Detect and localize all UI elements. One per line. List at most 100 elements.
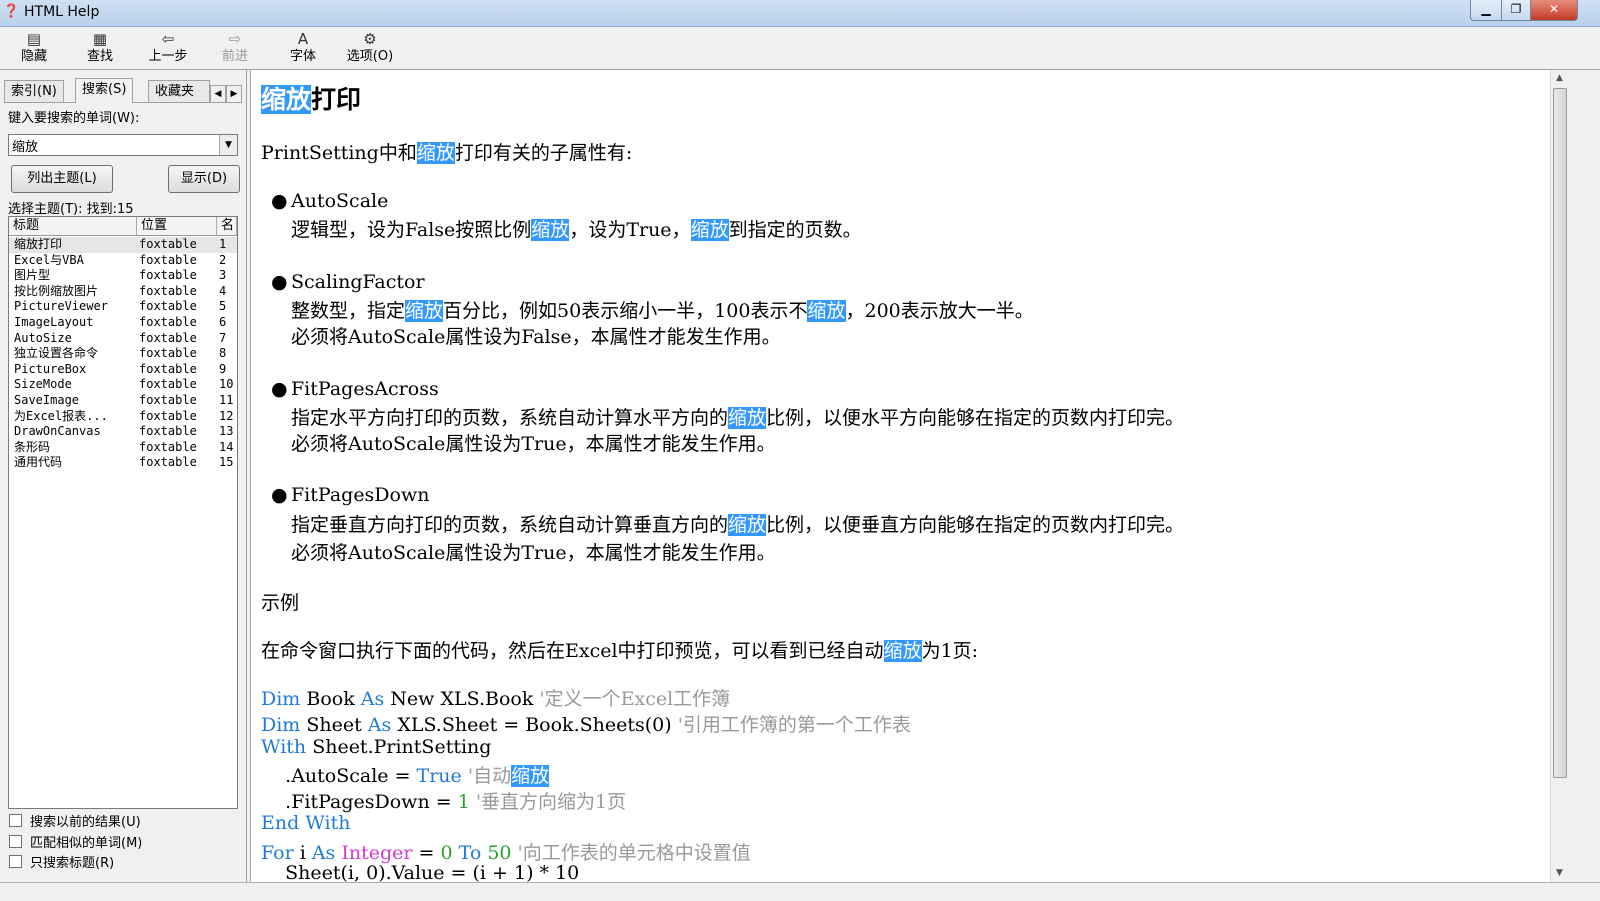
code-line-6: End With [261, 812, 351, 834]
cell-title: Excel与VBA [14, 252, 84, 267]
cell-location: foxtable [139, 361, 197, 376]
table-row[interactable]: 条形码 foxtable 14 [9, 440, 237, 456]
intro-paragraph: PrintSetting中和缩放打印有关的子属性有: [261, 142, 633, 164]
scroll-down-icon[interactable]: ▼ [1551, 865, 1568, 882]
close-button[interactable]: ✕ [1530, 0, 1578, 21]
cell-title: 独立设置各命令 [14, 346, 99, 361]
prop-fitpagesdown-note: 必须将AutoScale属性设为True，本属性才能发生作用。 [291, 542, 776, 564]
maximize-button[interactable]: ❐ [1501, 0, 1531, 21]
options-button[interactable]: ⚙ 选项(O) [340, 29, 400, 67]
code-line-7: For i As Integer = 0 To 50 '向工作表的单元格中设置值 [261, 842, 751, 864]
nav-tabs: 索引(N) 搜索(S) 收藏夹 ◀ ▶ [4, 78, 242, 103]
search-input-value: 缩放 [12, 140, 39, 155]
prop-fitpagesacross-name: ● FitPagesAcross [271, 378, 439, 400]
code-line-3: With Sheet.PrintSetting [261, 736, 492, 758]
cell-rank: 15 [219, 455, 234, 470]
cell-location: foxtable [139, 237, 197, 251]
tab-scroll-arrows: ◀ ▶ [210, 81, 242, 103]
example-description: 在命令窗口执行下面的代码，然后在Excel中打印预览，可以看到已经自动缩放为1页… [261, 640, 979, 662]
cell-rank: 8 [219, 346, 227, 361]
back-button[interactable]: ⇦ 上一步 [138, 29, 198, 67]
hide-icon: ▤ [26, 30, 42, 48]
chevron-down-icon[interactable]: ▼ [219, 135, 237, 155]
cell-rank: 1 [219, 237, 227, 251]
table-row[interactable]: 通用代码 foxtable 15 [9, 455, 237, 471]
tab-favorites[interactable]: 收藏夹 [148, 80, 210, 102]
forward-arrow-icon: ⇨ [228, 30, 242, 48]
cell-location: foxtable [139, 283, 197, 298]
table-row[interactable]: DrawOnCanvas foxtable 13 [9, 424, 237, 440]
column-location[interactable]: 位置 [137, 217, 217, 235]
cell-rank: 12 [219, 408, 234, 423]
cell-rank: 9 [219, 361, 227, 376]
cell-location: foxtable [139, 377, 197, 392]
hide-button[interactable]: ▤ 隐藏 [4, 29, 64, 67]
cell-rank: 10 [219, 377, 234, 392]
cell-rank: 3 [219, 268, 227, 283]
cell-title: PictureBox [14, 361, 87, 376]
column-title[interactable]: 标题 [9, 217, 137, 235]
table-row[interactable]: AutoSize foxtable 7 [9, 331, 237, 347]
cell-location: foxtable [139, 455, 197, 470]
scrollbar-thumb[interactable] [1553, 88, 1567, 778]
table-row[interactable]: Excel与VBA foxtable 2 [9, 253, 237, 269]
table-row[interactable]: 按比例缩放图片 foxtable 4 [9, 284, 237, 300]
prop-scalingfactor-name: ● ScalingFactor [271, 271, 425, 293]
code-line-2: Dim Sheet As XLS.Sheet = Book.Sheets(0) … [261, 714, 911, 736]
cell-rank: 4 [219, 283, 227, 298]
titles-only-checkbox[interactable] [9, 855, 22, 868]
table-row[interactable]: PictureBox foxtable 9 [9, 362, 237, 378]
search-input[interactable]: 缩放 ▼ [8, 134, 238, 156]
topic-list[interactable]: 标题 位置 名 缩放打印 foxtable 1 Excel与VBA foxtable 2 图… [8, 216, 238, 809]
column-rank[interactable]: 名 [217, 217, 237, 235]
tab-search[interactable]: 搜索(S) [75, 78, 134, 103]
cell-title: 缩放打印 [14, 237, 63, 251]
table-row[interactable]: SizeMode foxtable 10 [9, 377, 237, 393]
code-line-8: Sheet(i, 0).Value = (i + 1) * 10 [261, 862, 580, 882]
cell-title: 条形码 [14, 439, 51, 454]
match-similar-checkbox[interactable] [9, 835, 22, 848]
search-prompt-label: 键入要搜索的单词(W): [8, 111, 140, 126]
cell-title: 按比例缩放图片 [14, 283, 99, 298]
search-previous-checkbox[interactable] [9, 814, 22, 827]
cell-location: foxtable [139, 268, 197, 283]
tab-index[interactable]: 索引(N) [4, 80, 64, 102]
prop-fitpagesacross-desc: 指定水平方向打印的页数，系统自动计算水平方向的缩放比例，以便水平方向能够在指定的… [291, 407, 1185, 429]
table-row[interactable]: 图片型 foxtable 3 [9, 268, 237, 284]
display-button[interactable]: 显示(D) [168, 165, 240, 193]
tab-scroll-right-icon[interactable]: ▶ [226, 85, 242, 103]
options-icon: ⚙ [363, 30, 377, 48]
table-row[interactable]: 独立设置各命令 foxtable 8 [9, 346, 237, 362]
cell-rank: 6 [219, 315, 227, 329]
table-row[interactable]: ImageLayout foxtable 6 [9, 315, 237, 331]
minimize-button[interactable]: ▁ [1470, 0, 1502, 21]
table-row[interactable]: PictureViewer foxtable 5 [9, 299, 237, 315]
find-button[interactable]: ▦ 查找 [70, 29, 130, 67]
cell-rank: 14 [219, 439, 234, 454]
help-app-icon: ❓ [3, 4, 20, 19]
heading-highlight: 缩放 [261, 85, 312, 114]
search-previous-label: 搜索以前的结果(U) [30, 815, 141, 830]
prop-autoscale-name: ● AutoScale [271, 190, 389, 212]
table-row[interactable]: 为Excel报表... foxtable 12 [9, 409, 237, 425]
prop-autoscale-desc: 逻辑型，设为False按照比例缩放，设为True，缩放到指定的页数。 [291, 219, 862, 241]
table-row[interactable]: 缩放打印 foxtable 1 [9, 237, 237, 253]
font-button[interactable]: A 字体 [273, 29, 333, 67]
cell-location: foxtable [139, 346, 197, 361]
scroll-up-icon[interactable]: ▲ [1551, 70, 1568, 87]
topic-list-header: 标题 位置 名 [9, 217, 237, 236]
tab-scroll-left-icon[interactable]: ◀ [210, 85, 226, 103]
table-row[interactable]: SaveImage foxtable 11 [9, 393, 237, 409]
result-count-label: 选择主题(T): 找到:15 [8, 202, 134, 217]
cell-location: foxtable [139, 424, 197, 439]
list-topics-button[interactable]: 列出主题(L) [11, 165, 113, 193]
forward-button[interactable]: ⇨ 前进 [205, 29, 265, 67]
topic-heading: 缩放打印 [261, 80, 361, 116]
cell-title: 通用代码 [14, 455, 63, 470]
prop-scalingfactor-note: 必须将AutoScale属性设为False，本属性才能发生作用。 [291, 326, 781, 348]
titles-only-label: 只搜索标题(R) [30, 856, 115, 871]
font-icon: A [297, 30, 309, 48]
cell-title: 图片型 [14, 268, 51, 283]
prop-fitpagesacross-note: 必须将AutoScale属性设为True，本属性才能发生作用。 [291, 433, 776, 455]
content-scrollbar[interactable]: ▲ ▼ [1550, 70, 1568, 882]
